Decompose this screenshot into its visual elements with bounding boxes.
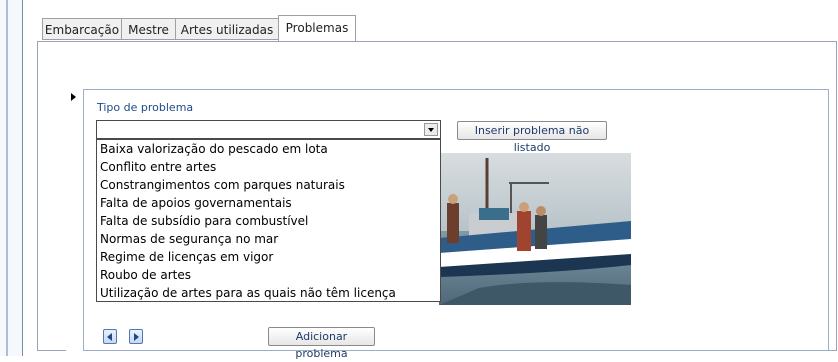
- window-border-line: [6, 0, 8, 356]
- tab-embarcacao[interactable]: Embarcação: [42, 18, 122, 40]
- chevron-down-icon: [428, 128, 434, 132]
- adicionar-problema-button[interactable]: Adicionar problema: [268, 327, 375, 360]
- boat-image: [439, 153, 631, 305]
- dropdown-option[interactable]: Constrangimentos com parques naturais: [97, 176, 440, 194]
- previous-record-button[interactable]: [103, 329, 117, 344]
- tipo-problema-combobox[interactable]: [96, 120, 441, 139]
- next-record-button[interactable]: [129, 329, 143, 344]
- tab-problemas[interactable]: Problemas: [278, 15, 356, 41]
- tipo-problema-dropdown-list[interactable]: Baixa valorização do pescado em lota Con…: [96, 139, 441, 302]
- combo-dropdown-button[interactable]: [424, 123, 438, 136]
- fishing-boat-photo: [439, 153, 631, 305]
- dropdown-option[interactable]: Conflito entre artes: [97, 158, 440, 176]
- tab-artes-utilizadas[interactable]: Artes utilizadas: [175, 18, 279, 40]
- record-selector-arrow-icon: [71, 93, 76, 101]
- next-record-icon: [134, 333, 139, 341]
- dropdown-option[interactable]: Utilização de artes para as quais não tê…: [97, 284, 440, 302]
- dropdown-option[interactable]: Falta de subsídio para combustível: [97, 212, 440, 230]
- previous-record-icon: [107, 333, 112, 341]
- inserir-problema-button[interactable]: Inserir problema não listado: [457, 121, 607, 154]
- dropdown-option[interactable]: Roubo de artes: [97, 266, 440, 284]
- dropdown-option[interactable]: Normas de segurança no mar: [97, 230, 440, 248]
- tipo-problema-label: Tipo de problema: [97, 101, 194, 114]
- record-selector[interactable]: [66, 89, 84, 351]
- dropdown-option[interactable]: Falta de apoios governamentais: [97, 194, 440, 212]
- dropdown-option[interactable]: Regime de licenças em vigor: [97, 248, 440, 266]
- dropdown-option[interactable]: Baixa valorização do pescado em lota: [97, 140, 440, 158]
- window-left-border: [0, 0, 22, 356]
- tab-mestre[interactable]: Mestre: [121, 18, 176, 40]
